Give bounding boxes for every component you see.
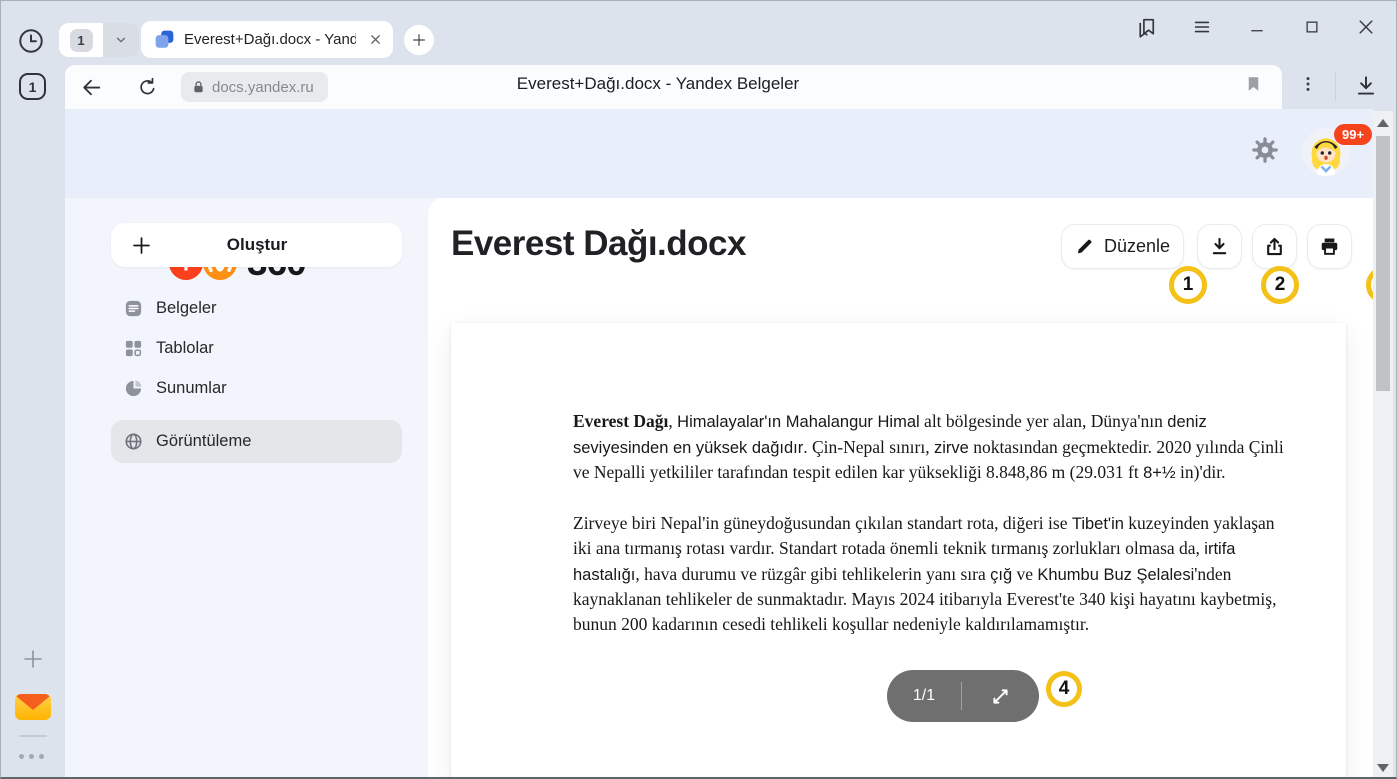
tab-group-counter[interactable]: 1	[59, 23, 103, 57]
tab-close-icon[interactable]	[368, 32, 383, 47]
minimize-button[interactable]	[1244, 14, 1270, 40]
lock-icon	[191, 79, 206, 95]
document-title: Everest Dağı.docx	[451, 224, 746, 264]
rail-add-button[interactable]	[21, 647, 45, 671]
download-icon	[1353, 73, 1379, 99]
page-indicator: 1/1	[887, 687, 961, 705]
rail-more-button[interactable]	[19, 754, 44, 759]
browser-window: 1 Everest+Dağı.docx - Yandex Belgeler	[0, 0, 1397, 779]
close-icon	[1356, 17, 1376, 37]
sidebar-item-goruntuleme[interactable]: Görüntüleme	[111, 420, 402, 463]
yandex-docs-icon	[154, 29, 175, 50]
create-button-label: Oluştur	[152, 235, 362, 255]
page-title-address: Everest+Dağı.docx - Yandex Belgeler	[378, 74, 938, 94]
create-button[interactable]: Oluştur	[111, 223, 402, 267]
reload-icon	[136, 76, 159, 99]
annotation-badge-3: 3	[1366, 266, 1373, 304]
settings-gear-button[interactable]	[1250, 135, 1280, 165]
sidebar-item-label: Sunumlar	[156, 379, 227, 398]
annotation-badge-4: 4	[1046, 671, 1082, 707]
document-icon	[124, 299, 143, 318]
close-window-button[interactable]	[1353, 14, 1379, 40]
address-bar[interactable]: docs.yandex.ru	[181, 72, 328, 102]
share-button[interactable]	[1252, 224, 1297, 269]
browser-tab[interactable]: Everest+Dağı.docx - Yandex Belgeler	[141, 21, 393, 58]
history-clock-button[interactable]	[17, 27, 45, 55]
webpage-viewport: Y 360 Mail	[65, 109, 1373, 779]
maximize-button[interactable]	[1299, 14, 1325, 40]
pencil-icon	[1075, 237, 1094, 256]
domain-text: docs.yandex.ru	[212, 79, 314, 96]
bookmark-flag-button[interactable]	[1244, 74, 1263, 94]
sidebar-item-label: Belgeler	[156, 299, 217, 318]
tab-title: Everest+Dağı.docx - Yandex Belgeler	[184, 31, 356, 48]
bookmark-flag-icon	[1244, 74, 1263, 94]
plus-icon	[131, 235, 152, 256]
fullscreen-button[interactable]	[962, 686, 1039, 707]
back-button[interactable]	[79, 75, 104, 100]
chevron-down-icon	[113, 32, 129, 48]
print-button[interactable]	[1307, 224, 1352, 269]
kebab-menu-icon	[1298, 74, 1318, 94]
sidebar-item-belgeler[interactable]: Belgeler	[111, 289, 402, 327]
clock-icon	[17, 27, 45, 55]
sidebar-item-label: Görüntüleme	[156, 432, 251, 451]
plus-icon	[21, 647, 45, 671]
bookmarks-panel-button[interactable]	[1133, 14, 1159, 40]
hamburger-icon	[1191, 16, 1213, 38]
annotation-badge-1: 1	[1169, 266, 1207, 304]
rail-mail-button[interactable]	[14, 691, 52, 722]
page-scrollbar[interactable]	[1373, 111, 1393, 779]
printer-icon	[1319, 236, 1340, 257]
minimize-icon	[1248, 18, 1266, 36]
mail-icon	[14, 691, 52, 722]
scrollbar-thumb[interactable]	[1376, 136, 1390, 391]
expand-icon	[990, 686, 1011, 707]
bookmarks-icon	[1134, 15, 1159, 40]
edit-button[interactable]: Düzenle	[1061, 224, 1184, 269]
toolbar-divider	[1335, 73, 1336, 101]
page-navigator-pill[interactable]: 1/1	[887, 670, 1039, 722]
notification-badge: 99+	[1334, 124, 1372, 145]
sidebar-item-tablolar[interactable]: Tablolar	[111, 329, 402, 367]
download-icon	[1209, 236, 1230, 257]
paragraph: Zirveye biri Nepal'in güneydoğusundan çı…	[573, 511, 1291, 637]
tab-group-pill[interactable]: 1	[59, 23, 139, 57]
scroll-down-arrow[interactable]	[1377, 764, 1389, 772]
downloads-button[interactable]	[1353, 73, 1379, 99]
y360-header: Y 360 Mail	[65, 109, 1373, 198]
rail-divider	[19, 735, 47, 737]
globe-icon	[124, 432, 143, 451]
sidebar-item-label: Tablolar	[156, 339, 214, 358]
gear-icon	[1250, 135, 1280, 165]
browser-menu-button[interactable]	[1189, 14, 1215, 40]
scroll-up-arrow[interactable]	[1377, 119, 1389, 127]
rail-tab-counter[interactable]: 1	[19, 73, 46, 100]
plus-icon	[411, 32, 427, 48]
back-arrow-icon	[79, 75, 104, 100]
sidebar-item-sunumlar[interactable]: Sunumlar	[111, 369, 402, 407]
document-text: Everest Dağı, Himalayalar'ın Mahalangur …	[573, 409, 1291, 661]
download-document-button[interactable]	[1197, 224, 1242, 269]
tab-group-count: 1	[70, 29, 93, 52]
tab-group-chevron-button[interactable]	[103, 23, 139, 57]
reload-button[interactable]	[136, 76, 159, 99]
annotation-badge-2: 2	[1261, 266, 1299, 304]
table-icon	[124, 339, 143, 358]
edit-button-label: Düzenle	[1104, 236, 1170, 257]
new-tab-button[interactable]	[404, 25, 434, 55]
share-icon	[1264, 236, 1285, 257]
presentation-icon	[124, 379, 143, 398]
paragraph: Everest Dağı, Himalayalar'ın Mahalangur …	[573, 409, 1291, 486]
toolbar-more-button[interactable]	[1298, 74, 1318, 94]
maximize-icon	[1303, 18, 1321, 36]
main-content-panel: Everest Dağı.docx Düzenle 1 2 3 Everest …	[428, 198, 1373, 779]
